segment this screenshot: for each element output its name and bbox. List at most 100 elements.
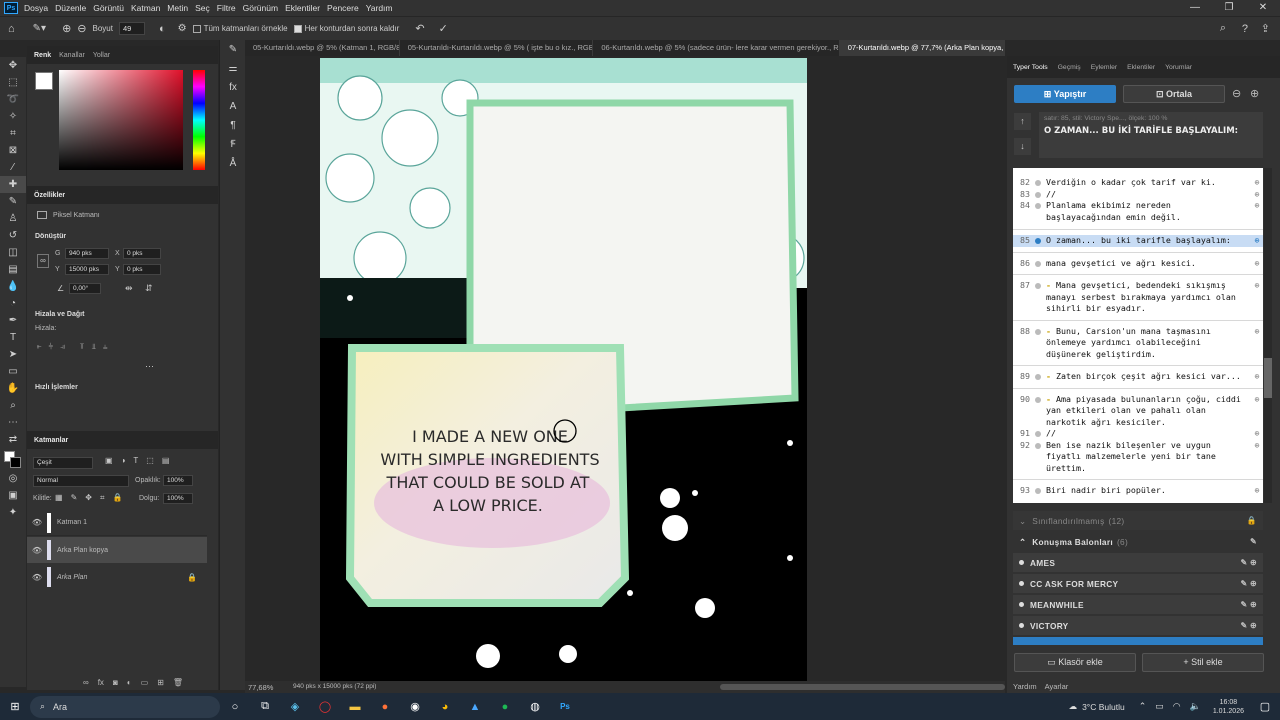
style-item[interactable]: MEANWHILE ✎ ⊕ (1013, 595, 1263, 614)
color-picker-field[interactable] (59, 70, 183, 170)
tab-plugins[interactable]: Eklentiler (1127, 64, 1155, 71)
eye-icon[interactable]: 👁 (27, 573, 47, 582)
next-line-button[interactable]: ↓ (1014, 138, 1031, 155)
script-line-selected[interactable]: 85 O zaman... bu iki tarifle başlayalım: ⊕ (1013, 235, 1263, 247)
line-add-icon[interactable]: ⊕ (1251, 326, 1263, 361)
frame-tool-icon[interactable]: ⊠ (0, 142, 26, 159)
adjustment-icon[interactable]: ◐ (127, 678, 132, 687)
color-swatch-preview[interactable] (35, 72, 53, 90)
menu-edit[interactable]: Düzenle (55, 3, 86, 13)
plus-circle-icon[interactable]: ⊕ (1250, 87, 1259, 100)
hand-tool-icon[interactable]: ✋ (0, 380, 26, 397)
line-add-icon[interactable]: ⊕ (1251, 177, 1263, 189)
magic-wand-tool-icon[interactable]: ✧ (0, 108, 26, 125)
height-field[interactable]: 15000 pks (65, 264, 109, 275)
menu-select[interactable]: Seç (195, 3, 210, 13)
mask-icon[interactable]: ◙ (113, 678, 118, 687)
marquee-tool-icon[interactable]: ⬚ (0, 74, 26, 91)
brush-tool-icon[interactable]: ✎ (0, 193, 26, 210)
group-icon[interactable]: ▭ (141, 678, 149, 687)
line-add-icon[interactable]: ⊕ (1251, 280, 1263, 315)
blur-tool-icon[interactable]: 💧 (0, 278, 26, 295)
align-right-icon[interactable]: ⫣ (60, 342, 65, 352)
close-button[interactable]: ✕ (1246, 0, 1280, 16)
notification-icon[interactable]: ▢ (1250, 693, 1280, 720)
y-field[interactable]: 0 pks (123, 264, 161, 275)
subtract-icon[interactable]: ⊖ (77, 22, 86, 35)
task-view-icon[interactable]: ⧉ (250, 693, 280, 720)
prev-line-button[interactable]: ↑ (1014, 113, 1031, 130)
more-options-icon[interactable]: ⋯ (145, 361, 154, 372)
align-vcenter-icon[interactable]: ⫫ (91, 342, 96, 352)
weather-widget[interactable]: ☁ 3°C Bulutlu (1069, 701, 1125, 712)
quick-mask-icon[interactable]: ◎ (0, 470, 26, 487)
path-select-tool-icon[interactable]: ➤ (0, 346, 26, 363)
fx-icon[interactable]: fx (98, 678, 104, 687)
adjust-icon[interactable]: ⚌ (220, 59, 246, 78)
opera-icon[interactable]: ◯ (310, 693, 340, 720)
opacity-field[interactable]: 100% (163, 475, 193, 486)
angle-field[interactable]: 0,00° (69, 283, 101, 294)
menu-window[interactable]: Pencere (327, 3, 359, 13)
center-button[interactable]: ⊡ Ortala (1123, 85, 1225, 103)
align-hcenter-icon[interactable]: ⫩ (49, 342, 54, 352)
line-add-icon[interactable]: ⊕ (1251, 200, 1263, 223)
fill-field[interactable]: 100% (163, 493, 193, 504)
line-add-icon[interactable]: ⊕ (1251, 235, 1263, 247)
hue-slider[interactable] (193, 70, 205, 170)
script-line[interactable]: 87 - Mana gevşetici, bedendeki sıkışmış m… (1013, 280, 1263, 315)
battery-icon[interactable]: ▭ (1155, 701, 1164, 712)
steam-icon[interactable]: ◉ (400, 693, 430, 720)
menu-plugins[interactable]: Eklentiler (285, 3, 320, 13)
script-scrollbar[interactable] (1264, 168, 1272, 503)
photoshop-taskbar-icon[interactable]: Ps (550, 693, 580, 720)
style-item-selected[interactable] (1013, 637, 1263, 645)
tab-comments[interactable]: Yorumlar (1165, 64, 1192, 71)
screen-mode-icon[interactable]: ▣ (0, 487, 26, 504)
line-add-icon[interactable]: ⊕ (1251, 440, 1263, 475)
menu-layer[interactable]: Katman (131, 3, 160, 13)
tab-channels[interactable]: Kanallar (59, 52, 85, 59)
chevron-up-icon[interactable]: ⌃ (1139, 701, 1147, 712)
more-tools-icon[interactable]: ⋯ (0, 414, 26, 431)
lock-paint-icon[interactable]: ✎ (71, 493, 78, 503)
edit-icon[interactable]: ✎ ⊕ (1240, 600, 1257, 609)
edit-icon[interactable]: ✎ ⊕ (1240, 579, 1257, 588)
doc-tab[interactable]: 05-Kurtarıldı-Kurtarıldı.webp @ 5% ( işt… (400, 40, 594, 56)
brush-preset-icon[interactable]: ✎▾ (33, 23, 46, 34)
sample-all-checkbox[interactable]: Tüm katmanları örnekle (192, 24, 288, 33)
horizontal-scrollbar[interactable] (720, 684, 1005, 690)
doc-info[interactable]: 940 pks x 15000 pks (72 ppi) (293, 683, 376, 690)
edit-icon[interactable]: ✎ (1250, 537, 1257, 546)
after-contour-checkbox[interactable]: Her konturdan sonra kaldır (293, 24, 399, 33)
flip-horizontal-icon[interactable]: ⇹ (125, 283, 133, 294)
undo-icon[interactable]: ↶ (415, 22, 424, 35)
gradient-tool-icon[interactable]: ▤ (0, 261, 26, 278)
swap-colors-icon[interactable]: ⇄ (0, 431, 26, 448)
script-line[interactable]: 92 Ben ise nazik bileşenler ve uygun fiya… (1013, 440, 1263, 475)
script-line[interactable]: 91 // ⊕ (1013, 428, 1263, 440)
app-store-icon[interactable]: ▲ (460, 693, 490, 720)
link-layers-icon[interactable]: ∞ (83, 678, 89, 687)
layer-filter-select[interactable]: Çeşit (33, 457, 93, 469)
tab-paths[interactable]: Yollar (93, 52, 110, 59)
stamp-tool-icon[interactable]: ♙ (0, 210, 26, 227)
lock-move-icon[interactable]: ✥ (85, 493, 92, 503)
link-icon[interactable]: ∞ (37, 254, 49, 268)
menu-type[interactable]: Metin (167, 3, 188, 13)
script-line[interactable]: 93 Biri nadir biri popüler. ⊕ (1013, 485, 1263, 497)
chrome-icon[interactable]: ◕ (430, 693, 460, 720)
style-item[interactable]: AMES ✎ ⊕ (1013, 553, 1263, 572)
tab-actions[interactable]: Eylemler (1091, 64, 1117, 71)
windows-start-icon[interactable]: ⊞ (0, 693, 30, 720)
menu-view[interactable]: Görünüm (243, 3, 278, 13)
commit-icon[interactable]: ✓ (439, 22, 448, 35)
doc-tab-active[interactable]: 07-Kurtarıldı.webp @ 77,7% (Arka Plan ko… (839, 40, 1005, 56)
script-line[interactable]: 82 Verdiğin o kadar çok tarif var ki. ⊕ (1013, 177, 1263, 189)
filter-shape-icon[interactable]: ⬚ (146, 456, 154, 465)
zoom-tool-icon[interactable]: ⌕ (0, 397, 26, 414)
width-field[interactable]: 940 pks (65, 248, 109, 259)
scrollbar-thumb[interactable] (1264, 358, 1272, 398)
add-folder-button[interactable]: ▭ Klasör ekle (1014, 653, 1136, 672)
glyphs-icon[interactable]: Ꞙ (220, 135, 246, 154)
